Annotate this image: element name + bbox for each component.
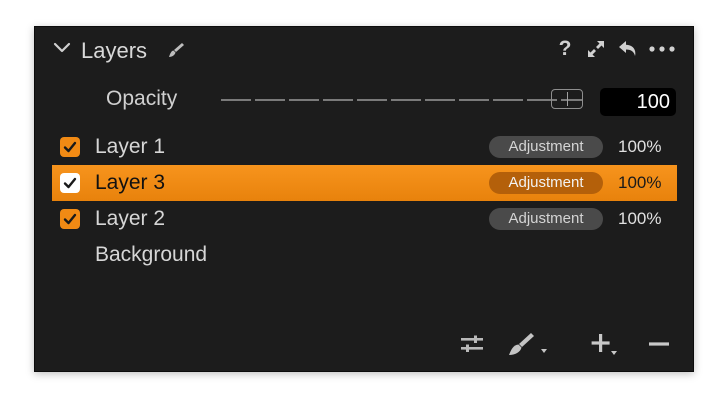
expand-icon[interactable]	[585, 39, 607, 59]
opacity-slider[interactable]	[221, 89, 583, 111]
checkmark-icon	[63, 213, 77, 225]
layer-row-background[interactable]: Background	[52, 237, 677, 273]
layer-name: Layer 2	[95, 207, 166, 230]
layer-type-badge: Adjustment	[489, 208, 603, 230]
brush-icon[interactable]	[167, 41, 185, 59]
panel-header: Layers ?	[35, 27, 693, 71]
layer-opacity: 100%	[618, 137, 662, 156]
more-icon[interactable]	[649, 39, 675, 59]
adjustments-icon[interactable]	[459, 331, 485, 357]
brush-dropdown-icon[interactable]	[507, 331, 555, 357]
layer-row[interactable]: Layer 1 Adjustment 100%	[52, 129, 677, 165]
checkmark-icon	[63, 177, 77, 189]
layer-checkbox[interactable]	[60, 137, 80, 157]
help-glyph: ?	[558, 37, 572, 60]
layer-type-badge: Adjustment	[489, 136, 603, 158]
layer-row-selected[interactable]: Layer 3 Adjustment 100%	[52, 165, 677, 201]
layers-panel: Layers ? Opacity 100 Layer 1 Adjustment …	[34, 26, 694, 372]
layer-checkbox[interactable]	[60, 209, 80, 229]
opacity-value-field[interactable]: 100	[600, 88, 676, 116]
layer-row[interactable]: Layer 2 Adjustment 100%	[52, 201, 677, 237]
layer-type-badge: Adjustment	[489, 172, 603, 194]
opacity-label: Opacity	[106, 87, 178, 110]
help-icon[interactable]: ?	[557, 37, 573, 60]
checkmark-icon	[63, 141, 77, 153]
chevron-down-icon[interactable]	[53, 41, 71, 55]
add-layer-icon[interactable]	[591, 331, 621, 357]
layer-opacity: 100%	[618, 173, 662, 192]
remove-layer-icon[interactable]	[647, 331, 671, 357]
slider-track	[221, 99, 583, 101]
layer-name: Layer 1	[95, 135, 166, 158]
layer-opacity: 100%	[618, 209, 662, 228]
layer-name: Background	[95, 243, 208, 266]
panel-title: Layers	[81, 38, 148, 63]
slider-thumb[interactable]	[551, 89, 583, 109]
reset-icon[interactable]	[617, 39, 641, 59]
layer-checkbox[interactable]	[60, 173, 80, 193]
layer-name: Layer 3	[95, 171, 166, 194]
